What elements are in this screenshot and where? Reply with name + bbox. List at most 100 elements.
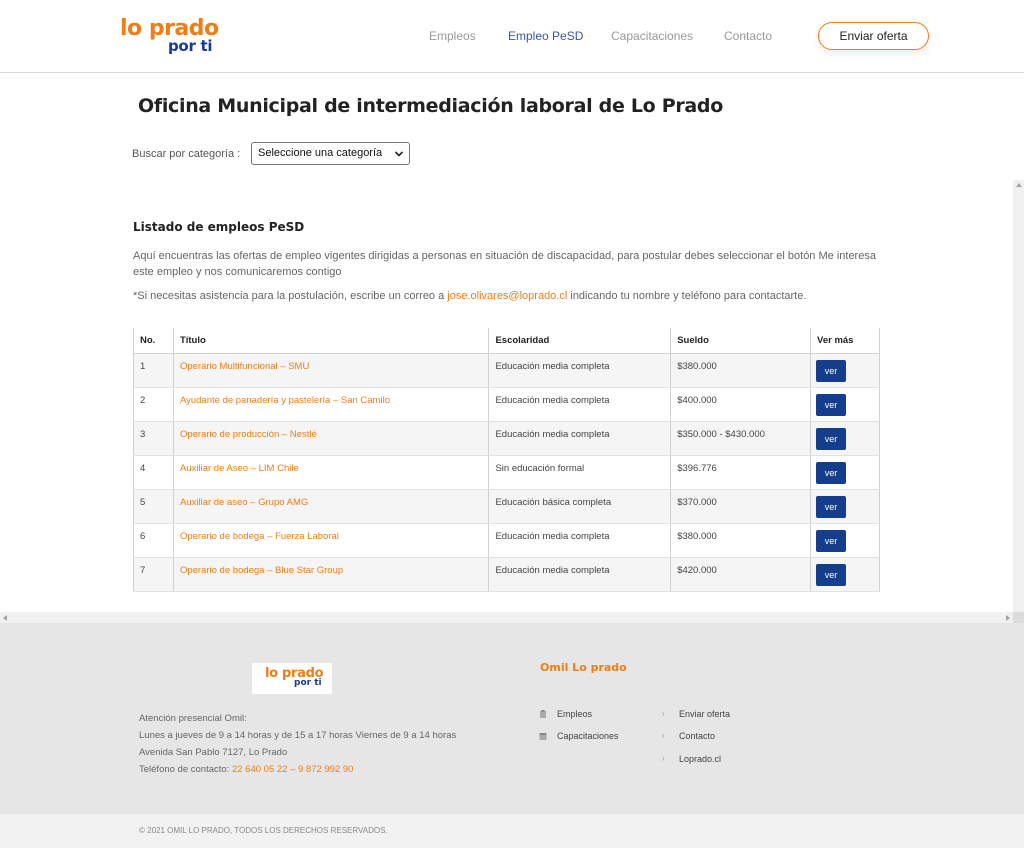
job-title-link[interactable]: Operario de bodega – Blue Star Group [180,565,343,576]
ver-button[interactable]: ver [816,461,847,484]
footer-link-capacitaciones[interactable]: Capacitaciones [539,731,619,741]
column-header-escolaridad: Escolaridad [488,328,672,354]
job-schooling: Educación media completa [488,353,672,388]
job-salary: $420.000 [670,557,812,592]
footer-hours: Lunes a jueves de 9 a 14 horas y de 15 a… [139,730,457,741]
job-salary: $400.000 [670,387,812,422]
footer-contact-info: Atención presencial Omil: Lunes a jueves… [139,710,456,778]
job-salary: $396.776 [670,455,812,490]
site-header: lo prado por ti Empleos Empleo PeSD Capa… [0,0,1024,73]
row-number: 4 [133,455,174,490]
assistance-note-text-end: indicando tu nombre y teléfono para cont… [567,290,807,302]
footer-section-title: Omil Lo prado [540,661,627,674]
row-number: 2 [133,387,174,422]
scrollbar-corner [1013,612,1024,623]
phone-link[interactable]: 22 640 05 22 – 9 872 992 90 [232,764,354,775]
column-header-titulo: Título [173,328,490,354]
nav-capacitaciones[interactable]: Capacitaciones [611,29,693,43]
table-row: 5 Auxiliar de aseo – Grupo AMG Educación… [133,489,880,524]
row-number: 6 [133,523,174,558]
row-number: 5 [133,489,174,524]
ver-button[interactable]: ver [816,529,847,552]
scroll-left-arrow-icon[interactable] [3,615,7,621]
footer-phone-line: Teléfono de contacto: 22 640 05 22 – 9 8… [139,761,456,778]
ver-button[interactable]: ver [816,495,847,518]
footer-link-label: Capacitaciones [557,731,619,741]
phone-label: Teléfono de contacto: [139,764,232,775]
clipboard-icon [540,710,546,718]
scroll-up-arrow-icon[interactable] [1016,183,1022,187]
scroll-right-arrow-icon[interactable] [1006,615,1010,621]
category-select-value: Seleccione una categoría [258,147,383,159]
footer-link-contacto[interactable]: › Contacto [662,731,716,741]
page-title: Oficina Municipal de intermediación labo… [138,95,723,117]
chevron-right-icon: › [662,754,665,763]
footer-link-empleos[interactable]: Empleos [540,709,593,719]
table-row: 4 Auxiliar de Aseo – LIM Chile Sin educa… [133,455,880,490]
job-schooling: Educación media completa [488,387,672,422]
job-title-link[interactable]: Ayudante de panadería y pastelería – San… [180,395,390,406]
nav-contacto[interactable]: Contacto [724,29,772,43]
job-schooling: Educación media completa [488,421,672,456]
job-title-link[interactable]: Operario de producción – Nestlé [180,429,317,440]
footer-link-label: Loprado.cl [679,754,722,764]
footer-info-line: Atención presencial Omil: [139,713,247,724]
list-title: Listado de empleos PeSD [133,220,305,234]
job-salary: $380.000 [670,523,812,558]
category-filter-label: Buscar por categoría : [132,148,241,160]
job-schooling: Educación media completa [488,557,672,592]
footer-link-label: Enviar oferta [679,709,731,719]
nav-empleo-pesd[interactable]: Empleo PeSD [508,29,583,43]
calendar-icon [539,733,547,740]
footer-logo[interactable]: lo prado por ti [252,663,332,694]
table-header-row: No. Título Escolaridad Sueldo Ver más [133,328,880,354]
table-row: 6 Operario de bodega – Fuerza Laboral Ed… [133,523,880,558]
row-number: 3 [133,421,174,456]
horizontal-scrollbar[interactable] [0,612,1013,623]
footer-link-label: Empleos [557,709,593,719]
ver-button[interactable]: ver [816,393,847,416]
enviar-oferta-button[interactable]: Enviar oferta [818,22,929,50]
assistance-email-link[interactable]: jose.olivares@loprado.cl [447,290,567,302]
vertical-scrollbar[interactable] [1013,180,1024,623]
job-salary: $380.000 [670,353,812,388]
site-footer: lo prado por ti Atención presencial Omil… [0,623,1024,814]
chevron-right-icon: › [662,731,665,740]
job-schooling: Sin educación formal [488,455,672,490]
site-logo[interactable]: lo prado por ti [120,16,220,56]
job-title-link[interactable]: Operario Multifuncional – SMU [180,361,309,372]
job-salary: $350.000 - $430.000 [670,421,812,456]
copyright-bar: © 2021 OMIL LO PRADO, TODOS LOS DERECHOS… [0,814,1024,848]
category-select[interactable]: Seleccione una categoría [251,142,410,165]
ver-button[interactable]: ver [816,359,847,382]
footer-link-label: Contacto [679,731,716,741]
nav-empleos[interactable]: Empleos [429,29,476,43]
column-header-sueldo: Sueldo [670,328,812,354]
ver-button[interactable]: ver [816,427,847,450]
table-row: 2 Ayudante de panadería y pastelería – S… [133,387,880,422]
row-number: 7 [133,557,174,592]
copyright-text: © 2021 OMIL LO PRADO, TODOS LOS DERECHOS… [139,826,388,835]
job-title-link[interactable]: Auxiliar de Aseo – LIM Chile [180,463,299,474]
footer-logo-text-secondary: por ti [294,678,322,688]
footer-link-enviar-oferta[interactable]: › Enviar oferta [662,709,731,719]
chevron-right-icon: › [662,709,665,718]
job-title-link[interactable]: Auxiliar de aseo – Grupo AMG [180,497,308,508]
job-schooling: Educación básica completa [488,489,672,524]
assistance-note: *Si necesitas asistencia para la postula… [133,290,806,302]
footer-link-loprado[interactable]: › Loprado.cl [662,754,722,764]
job-title-link[interactable]: Operario de bodega – Fuerza Laboral [180,531,339,542]
chevron-down-icon [394,151,404,157]
table-row: 3 Operario de producción – Nestlé Educac… [133,421,880,456]
footer-address: Avenida San Pablo 7127, Lo Prado [139,747,288,758]
row-number: 1 [133,353,174,388]
table-row: 1 Operario Multifuncional – SMU Educació… [133,353,880,388]
logo-text-secondary: por ti [168,37,213,55]
job-schooling: Educación media completa [488,523,672,558]
column-header-no: No. [133,328,174,354]
assistance-note-text: *Si necesitas asistencia para la postula… [133,290,448,302]
list-description: Aquí encuentras las ofertas de empleo vi… [133,250,876,278]
jobs-table: No. Título Escolaridad Sueldo Ver más 1 … [133,328,880,592]
table-row: 7 Operario de bodega – Blue Star Group E… [133,557,880,592]
ver-button[interactable]: ver [816,563,847,586]
